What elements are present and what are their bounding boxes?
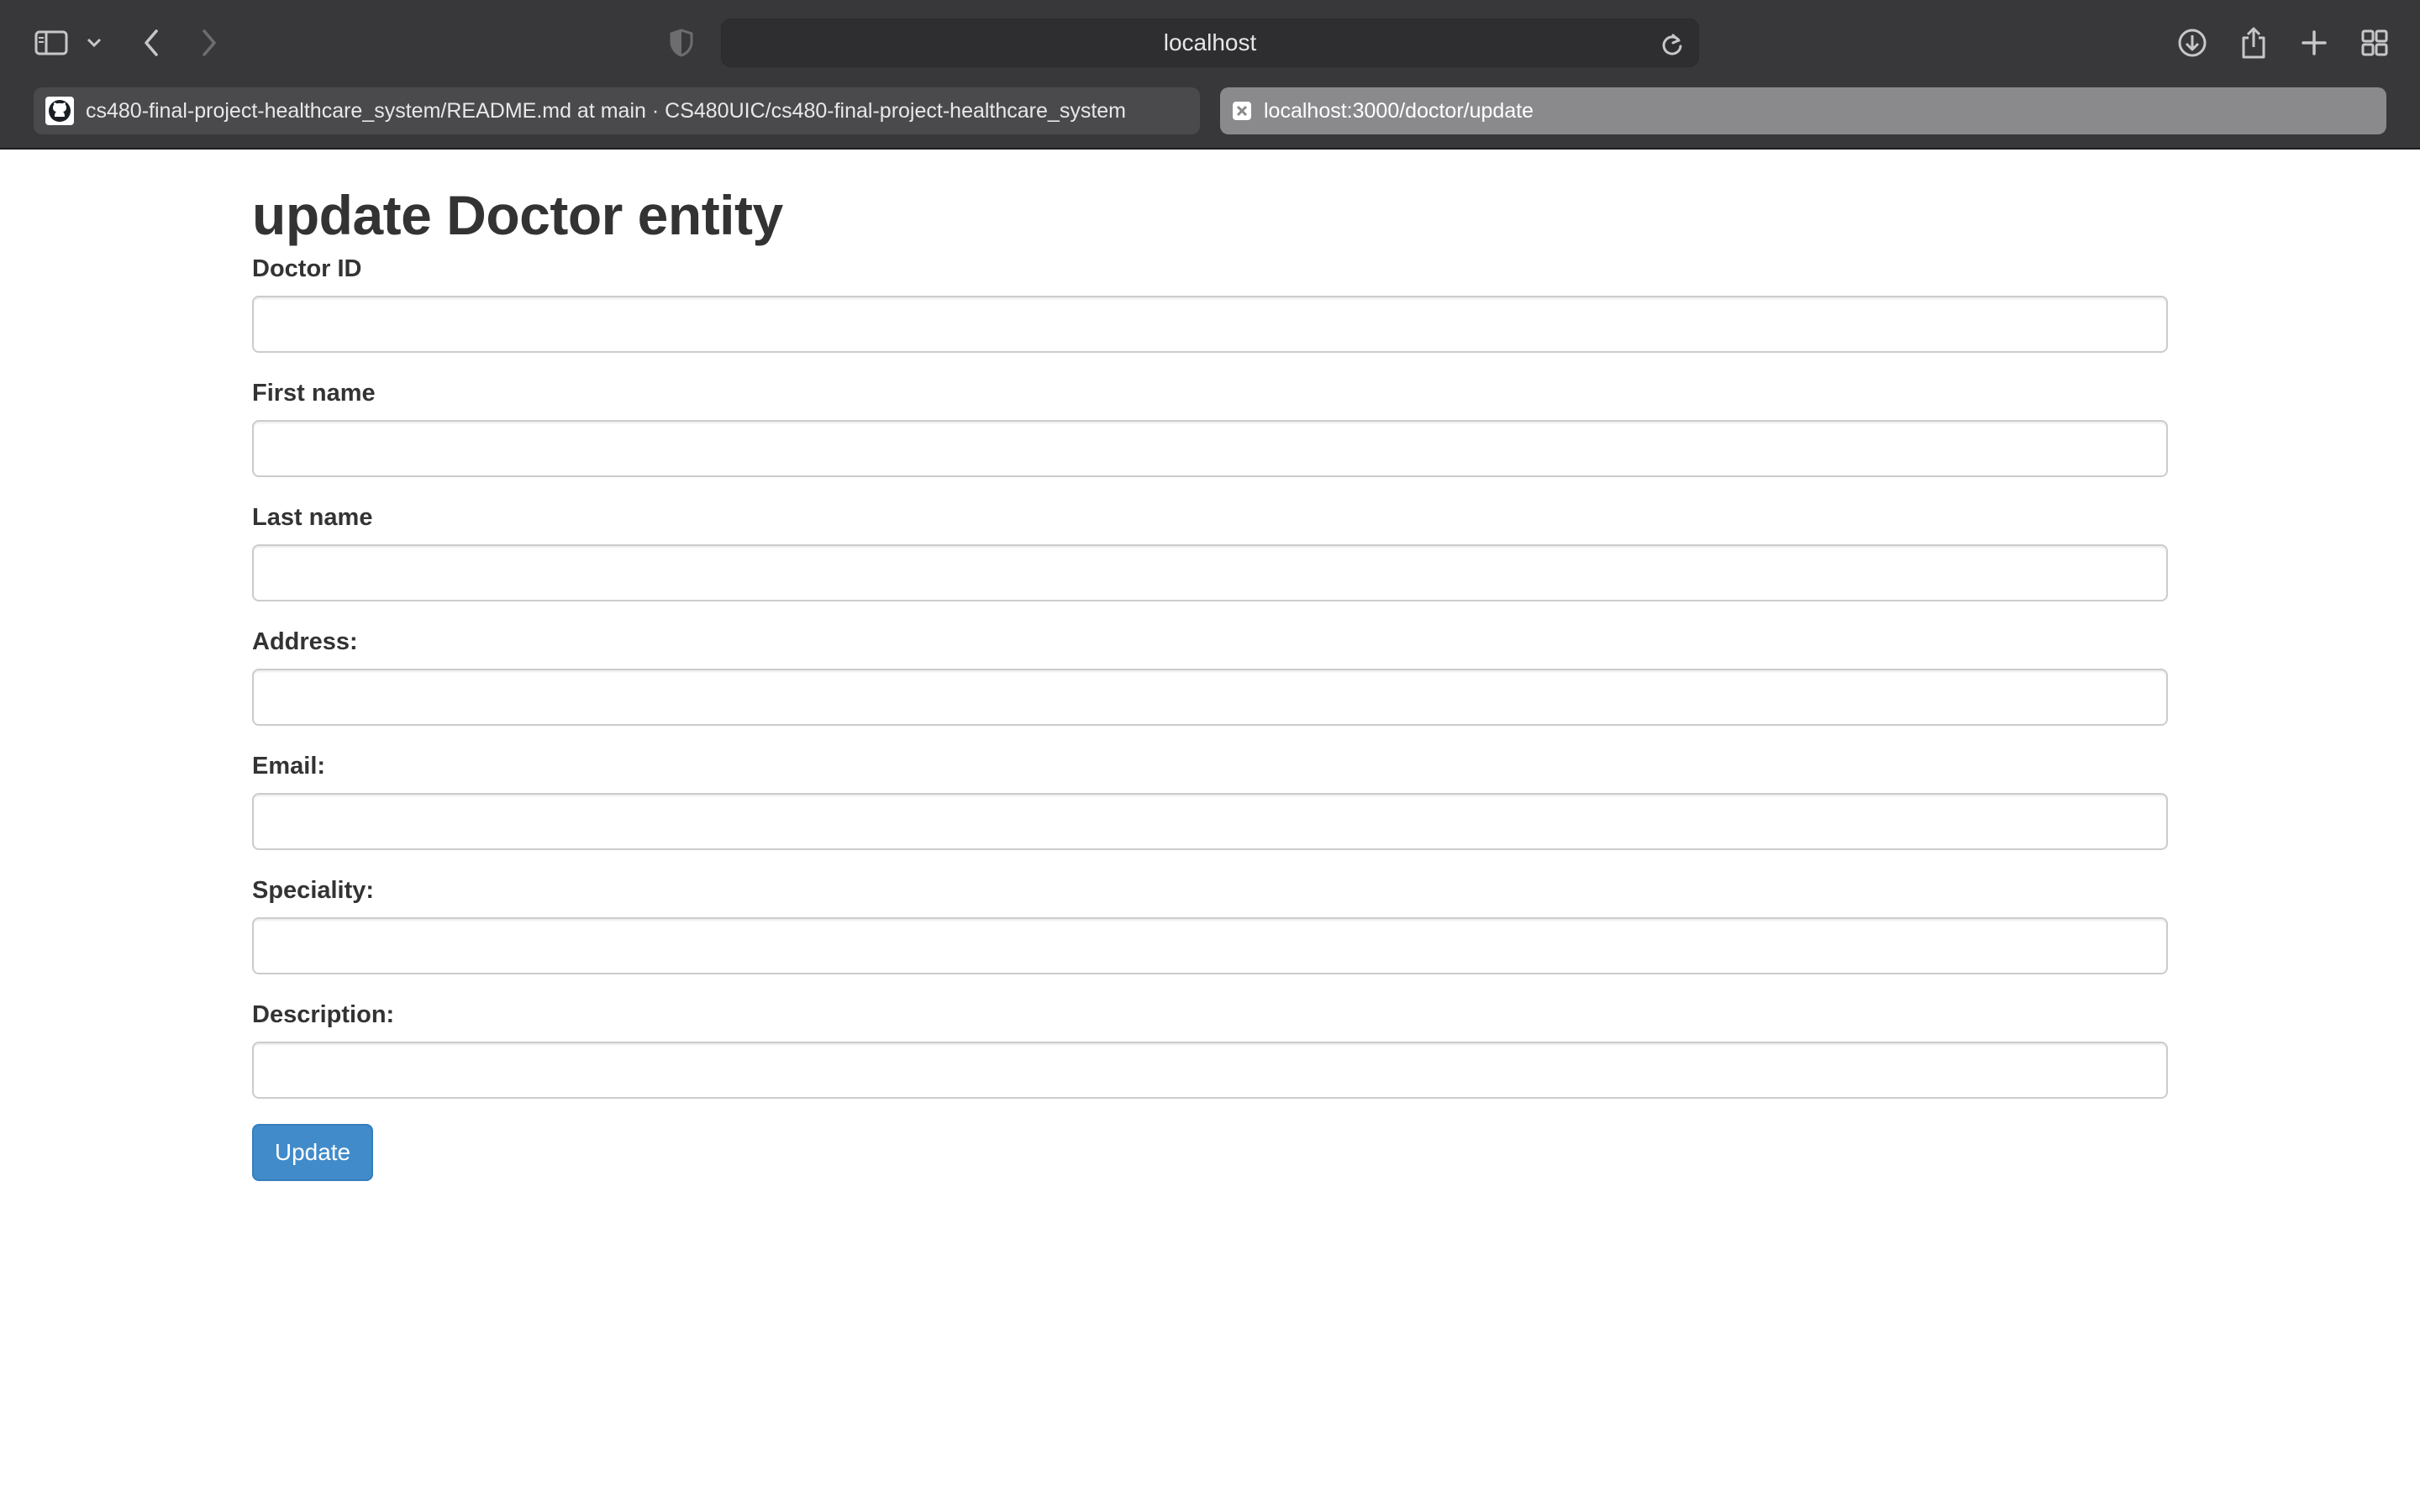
tab-overview-icon[interactable] [2354, 22, 2396, 64]
privacy-shield-icon[interactable] [660, 22, 702, 64]
email-input[interactable] [252, 793, 2168, 850]
tab-label: cs480-final-project-healthcare_system/RE… [86, 98, 1126, 123]
new-tab-icon[interactable] [2293, 22, 2335, 64]
browser-chrome: localhost cs480-final-project-healthcare… [0, 0, 2420, 150]
tab-doctor-update[interactable]: localhost:3000/doctor/update [1220, 87, 2386, 134]
last-name-input[interactable] [252, 544, 2168, 601]
address-bar[interactable]: localhost [721, 18, 1699, 67]
speciality-label: Speciality: [252, 877, 375, 904]
first-name-input[interactable] [252, 420, 2168, 477]
first-name-label: First name [252, 380, 376, 407]
back-icon[interactable] [130, 22, 172, 64]
forward-icon[interactable] [188, 22, 230, 64]
page-close-icon[interactable] [1232, 101, 1252, 121]
github-icon [45, 97, 74, 125]
page-content: update Doctor entity Doctor ID First nam… [0, 151, 2420, 1512]
browser-toolbar: localhost [0, 0, 2420, 86]
description-input[interactable] [252, 1042, 2168, 1099]
tab-github-readme[interactable]: cs480-final-project-healthcare_system/RE… [34, 87, 1200, 134]
address-label: Address: [252, 628, 358, 655]
share-icon[interactable] [2233, 22, 2275, 64]
address-text: localhost [1163, 29, 1257, 55]
download-icon[interactable] [2171, 22, 2213, 64]
doctor-id-label: Doctor ID [252, 255, 362, 282]
email-label: Email: [252, 753, 326, 780]
chevron-down-icon[interactable] [77, 22, 111, 64]
tab-label: localhost:3000/doctor/update [1264, 98, 1534, 123]
last-name-label: Last name [252, 504, 373, 531]
description-label: Description: [252, 1001, 395, 1028]
page-title: update Doctor entity [252, 184, 783, 246]
doctor-id-input[interactable] [252, 296, 2168, 353]
tab-bar: cs480-final-project-healthcare_system/RE… [0, 86, 2420, 150]
reload-icon[interactable] [1658, 29, 1686, 58]
speciality-input[interactable] [252, 917, 2168, 974]
sidebar-icon[interactable] [30, 22, 72, 64]
address-input[interactable] [252, 669, 2168, 726]
update-button[interactable]: Update [252, 1124, 373, 1181]
